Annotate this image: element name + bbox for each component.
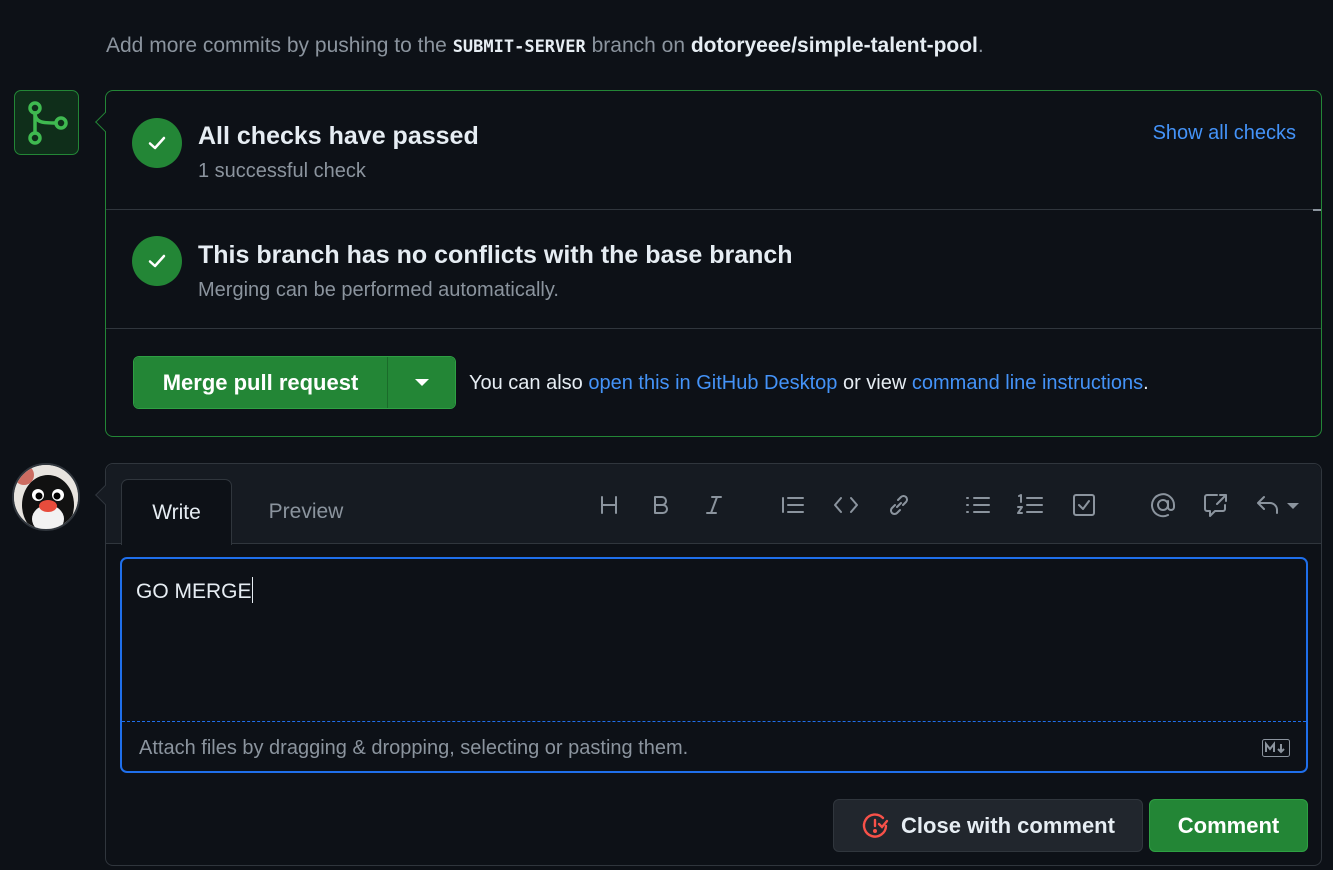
merge-method-dropdown[interactable] [388, 357, 455, 408]
comment-box: Write Preview GO MERGE Attach files by d… [105, 463, 1322, 866]
checks-subtitle: 1 successful check [198, 160, 366, 182]
heading-icon[interactable] [594, 490, 624, 520]
merge-alternatives: You can also open this in GitHub Desktop… [469, 372, 1149, 395]
tab-write[interactable]: Write [121, 479, 232, 545]
command-line-instructions-link[interactable]: command line instructions [912, 372, 1143, 394]
comment-button[interactable]: Comment [1149, 799, 1308, 852]
hint-suffix: . [977, 34, 984, 57]
unordered-list-icon[interactable] [963, 490, 993, 520]
cross-reference-icon[interactable] [1201, 490, 1231, 520]
triangle-down-icon [414, 378, 429, 386]
also-prefix: You can also [469, 372, 583, 394]
mention-icon[interactable] [1148, 490, 1178, 520]
github-desktop-link[interactable]: open this in GitHub Desktop [588, 372, 837, 394]
branch-name: SUBMIT-SERVER [452, 37, 586, 57]
conflicts-title: This branch has no conflicts with the ba… [198, 241, 793, 269]
code-icon[interactable] [831, 490, 861, 520]
avatar[interactable] [12, 463, 80, 531]
merge-pull-request-button[interactable]: Merge pull request [134, 357, 388, 408]
link-icon[interactable] [884, 490, 914, 520]
checks-title: All checks have passed [198, 122, 479, 150]
quote-icon[interactable] [778, 490, 808, 520]
hint-prefix: Add more commits by pushing to the [106, 34, 447, 57]
check-icon [132, 236, 182, 286]
close-with-comment-button[interactable]: Close with comment [833, 799, 1143, 852]
show-all-checks-link[interactable]: Show all checks [1153, 122, 1296, 145]
push-hint: Add more commits by pushing to the SUBMI… [106, 34, 984, 58]
saved-replies-icon[interactable] [1254, 490, 1302, 520]
check-icon [132, 118, 182, 168]
conflicts-subtitle: Merging can be performed automatically. [198, 279, 559, 301]
close-with-comment-label: Close with comment [901, 812, 1115, 838]
comment-textarea[interactable]: GO MERGE [122, 559, 1306, 722]
comment-text: GO MERGE [136, 580, 252, 603]
merge-box: All checks have passed 1 successful chec… [105, 90, 1322, 437]
merge-status-icon-box [14, 90, 79, 155]
ordered-list-icon[interactable] [1015, 490, 1045, 520]
also-suffix: . [1143, 372, 1149, 394]
tab-preview[interactable]: Preview [246, 479, 366, 545]
task-list-icon[interactable] [1069, 490, 1099, 520]
comment-textarea-container: GO MERGE Attach files by dragging & drop… [120, 557, 1308, 773]
text-caret [251, 577, 253, 603]
italic-icon[interactable] [699, 490, 729, 520]
conflicts-section: This branch has no conflicts with the ba… [106, 210, 1321, 329]
attach-files-hint[interactable]: Attach files by dragging & dropping, sel… [139, 737, 688, 760]
checks-section: All checks have passed 1 successful chec… [106, 91, 1321, 210]
git-merge-icon [27, 100, 68, 145]
markdown-icon[interactable] [1262, 739, 1290, 757]
issue-closed-icon [862, 812, 889, 838]
bold-icon[interactable] [646, 490, 676, 520]
comment-toolbar: Write Preview [106, 464, 1321, 545]
merge-action-section: Merge pull request You can also open thi… [106, 329, 1321, 437]
merge-button-group: Merge pull request [133, 356, 456, 409]
also-middle: or view [842, 372, 907, 394]
repo-name: dotoryeee/simple-talent-pool [690, 34, 978, 57]
penguin-avatar-image [14, 465, 78, 529]
hint-middle: branch on [591, 34, 685, 57]
